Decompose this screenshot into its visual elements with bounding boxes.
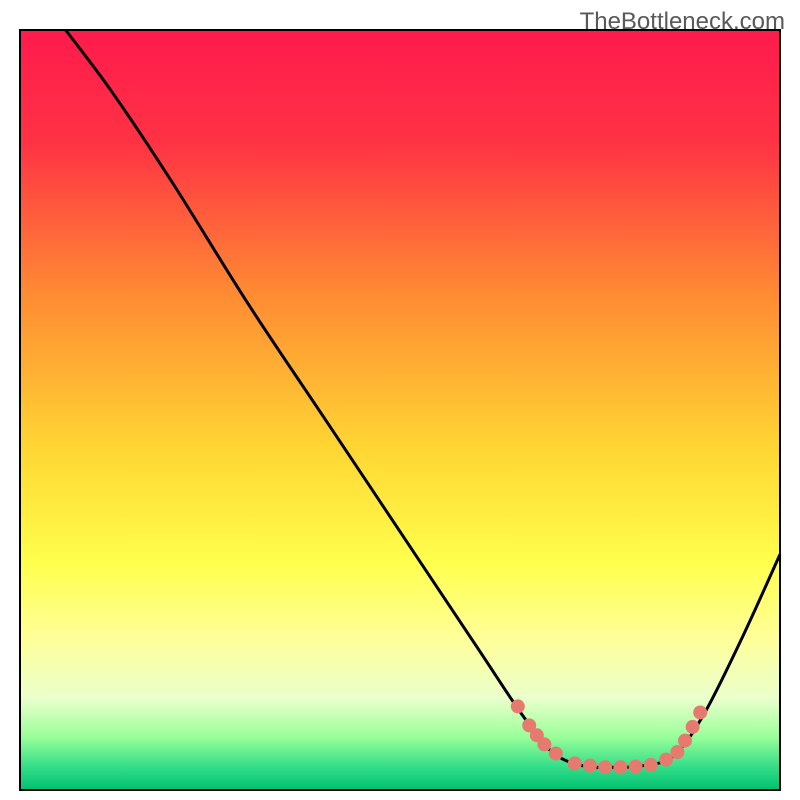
watermark-text: TheBottleneck.com xyxy=(580,8,785,36)
data-dot xyxy=(686,720,700,734)
data-dot xyxy=(568,756,582,770)
data-dot xyxy=(511,699,525,713)
data-dot xyxy=(693,705,707,719)
bottleneck-chart xyxy=(0,0,800,800)
data-dot xyxy=(613,760,627,774)
data-dot xyxy=(659,753,673,767)
data-dot xyxy=(537,737,551,751)
data-dot xyxy=(583,759,597,773)
data-dot xyxy=(549,747,563,761)
data-dot xyxy=(629,759,643,773)
data-dot xyxy=(670,745,684,759)
data-dot xyxy=(644,758,658,772)
data-dot xyxy=(598,760,612,774)
data-dot xyxy=(678,734,692,748)
chart-svg xyxy=(0,0,800,800)
gradient-background xyxy=(20,30,780,790)
